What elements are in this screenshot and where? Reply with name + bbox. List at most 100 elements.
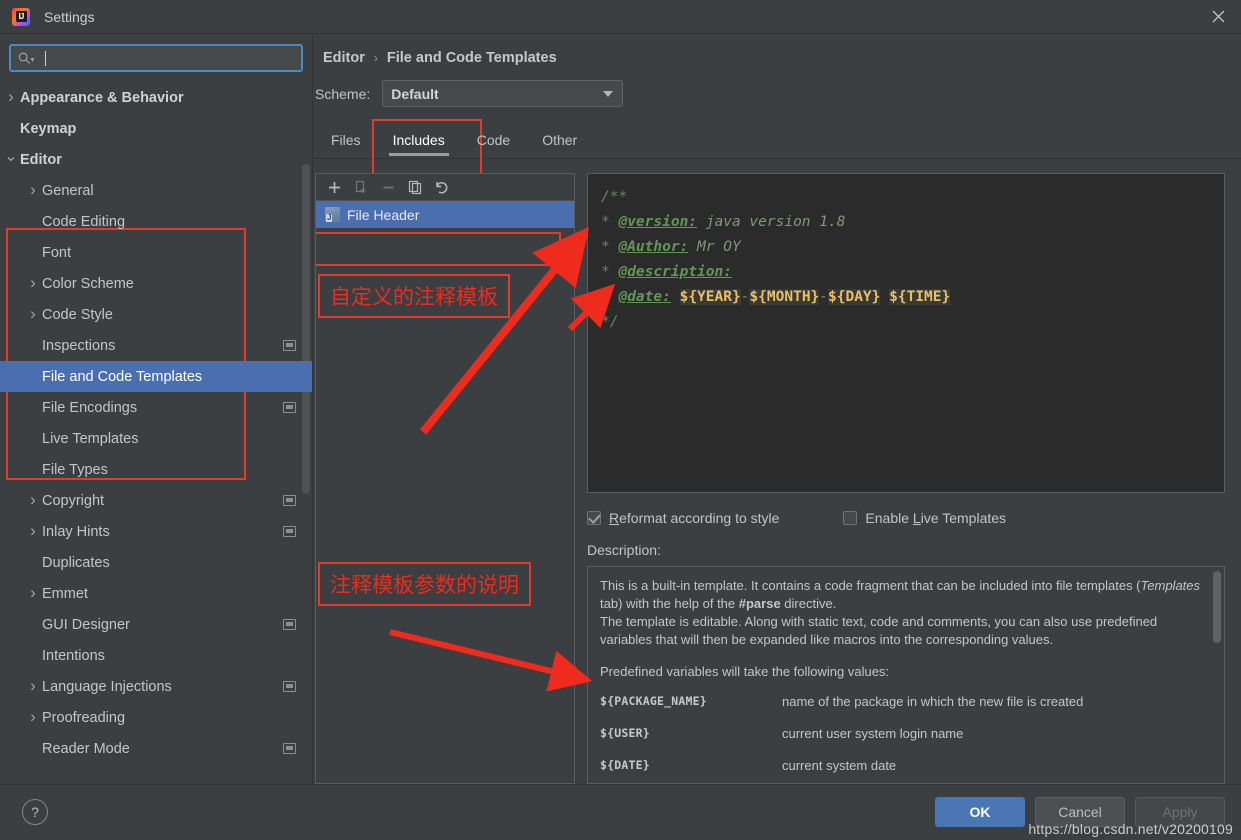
- intellij-idea-icon: [12, 8, 30, 26]
- scheme-label: Scheme:: [315, 86, 370, 102]
- sidebar-item-proofreading[interactable]: ›Proofreading: [0, 702, 312, 733]
- help-icon[interactable]: ?: [22, 799, 48, 825]
- sidebar-item-editor[interactable]: ⌄Editor: [0, 144, 312, 175]
- window-content: ▼ ›Appearance & Behavior›Keymap⌄Editor›G…: [0, 34, 1241, 784]
- variable-row: ${PACKAGE_NAME}name of the package in wh…: [600, 694, 1210, 709]
- sidebar-item-file-types[interactable]: ›File Types: [0, 454, 312, 485]
- search-input[interactable]: [48, 50, 295, 67]
- sidebar-item-language-injections[interactable]: ›Language Injections: [0, 671, 312, 702]
- settings-sidebar: ▼ ›Appearance & Behavior›Keymap⌄Editor›G…: [0, 34, 313, 784]
- close-icon[interactable]: [1195, 0, 1241, 33]
- description-scrollbar[interactable]: [1213, 571, 1221, 643]
- sidebar-item-file-and-code-templates[interactable]: ›File and Code Templates: [0, 361, 312, 392]
- variable-description: current system date: [782, 758, 896, 773]
- variable-description: name of the package in which the new fil…: [782, 694, 1083, 709]
- scheme-value: Default: [391, 86, 438, 102]
- chevron-right-icon[interactable]: ›: [25, 491, 41, 508]
- sidebar-item-keymap[interactable]: ›Keymap: [0, 113, 312, 144]
- templates-toolbar[interactable]: [316, 174, 574, 201]
- sidebar-item-label: Appearance & Behavior: [20, 90, 184, 106]
- project-scope-badge-icon: [283, 495, 296, 506]
- predefined-variables-table: ${PACKAGE_NAME}name of the package in wh…: [600, 694, 1210, 773]
- reformat-checkbox[interactable]: Reformat according to style: [587, 510, 779, 526]
- sidebar-item-file-encodings[interactable]: ›File Encodings: [0, 392, 312, 423]
- code-line: * @date: ${YEAR}-${MONTH}-${DAY} ${TIME}: [601, 285, 1211, 310]
- chevron-right-icon[interactable]: ›: [25, 584, 41, 601]
- chevron-right-icon[interactable]: ›: [25, 522, 41, 539]
- sidebar-item-code-style[interactable]: ›Code Style: [0, 299, 312, 330]
- template-code-editor[interactable]: /*** @version: java version 1.8* @Author…: [587, 173, 1225, 493]
- variable-name: ${PACKAGE_NAME}: [600, 694, 782, 709]
- chevron-right-icon[interactable]: ›: [25, 305, 41, 322]
- sidebar-item-inlay-hints[interactable]: ›Inlay Hints: [0, 516, 312, 547]
- chevron-right-icon[interactable]: ›: [25, 677, 41, 694]
- chevron-right-icon[interactable]: ›: [25, 708, 41, 725]
- sidebar-item-label: Emmet: [42, 586, 88, 602]
- sidebar-item-duplicates[interactable]: ›Duplicates: [0, 547, 312, 578]
- project-scope-badge-icon: [283, 743, 296, 754]
- chevron-right-icon[interactable]: ›: [25, 274, 41, 291]
- duplicate-icon[interactable]: [403, 176, 427, 198]
- sidebar-item-intentions[interactable]: ›Intentions: [0, 640, 312, 671]
- sidebar-item-code-editing[interactable]: ›Code Editing: [0, 206, 312, 237]
- sidebar-item-label: File and Code Templates: [42, 369, 202, 385]
- sidebar-item-emmet[interactable]: ›Emmet: [0, 578, 312, 609]
- sidebar-item-general[interactable]: ›General: [0, 175, 312, 206]
- sidebar-item-live-templates[interactable]: ›Live Templates: [0, 423, 312, 454]
- scheme-select[interactable]: Default: [382, 80, 623, 107]
- chevron-right-icon[interactable]: ›: [25, 181, 41, 198]
- variable-description: current user system login name: [782, 726, 963, 741]
- template-code-text: /*** @version: java version 1.8* @Author…: [601, 185, 1211, 335]
- template-editor-pane: /*** @version: java version 1.8* @Author…: [587, 173, 1225, 784]
- description-paragraph-1: This is a built-in template. It contains…: [600, 577, 1210, 613]
- sidebar-item-label: Font: [42, 245, 71, 261]
- project-scope-badge-icon: [283, 526, 296, 537]
- breadcrumb-parent[interactable]: Editor: [323, 50, 365, 66]
- search-box[interactable]: ▼: [9, 44, 303, 72]
- settings-window: Settings ▼ ›Appearance & Behavior›: [0, 0, 1241, 839]
- sidebar-item-reader-mode[interactable]: ›Reader Mode: [0, 733, 312, 764]
- sidebar-item-label: Intentions: [42, 648, 105, 664]
- settings-tree[interactable]: ›Appearance & Behavior›Keymap⌄Editor›Gen…: [0, 80, 312, 784]
- variable-row: ${DATE}current system date: [600, 758, 1210, 773]
- search-icon: [17, 51, 32, 66]
- search-container: ▼: [0, 34, 312, 80]
- sidebar-item-appearance-behavior[interactable]: ›Appearance & Behavior: [0, 82, 312, 113]
- sidebar-item-color-scheme[interactable]: ›Color Scheme: [0, 268, 312, 299]
- sidebar-item-label: Live Templates: [42, 431, 138, 447]
- tab-includes[interactable]: Includes: [377, 123, 461, 159]
- sidebar-item-label: Inspections: [42, 338, 115, 354]
- template-name: File Header: [347, 207, 419, 223]
- code-line: * @Author: Mr OY: [601, 235, 1211, 260]
- tab-files[interactable]: Files: [315, 123, 377, 159]
- sidebar-item-gui-designer[interactable]: ›GUI Designer: [0, 609, 312, 640]
- annotation-box-file-header: [316, 232, 561, 266]
- breadcrumb: Editor › File and Code Templates: [313, 34, 1241, 66]
- sidebar-item-label: Keymap: [20, 121, 76, 137]
- undo-icon[interactable]: [430, 176, 454, 198]
- enable-live-templates-checkbox[interactable]: Enable Live Templates: [843, 510, 1006, 526]
- checkbox-box[interactable]: [843, 511, 857, 525]
- list-item[interactable]: File Header: [316, 201, 574, 228]
- chevron-down-icon[interactable]: ⌄: [3, 149, 19, 165]
- code-line: */: [601, 310, 1211, 335]
- template-options-row: Reformat according to style Enable Live T…: [587, 510, 1225, 526]
- project-scope-badge-icon: [283, 619, 296, 630]
- plus-icon[interactable]: [322, 176, 346, 198]
- breadcrumb-current: File and Code Templates: [387, 50, 557, 66]
- annotation-custom-comment-template: 自定义的注释模板: [318, 274, 510, 318]
- checkbox-box[interactable]: [587, 511, 601, 525]
- template-tabs[interactable]: FilesIncludesCodeOther: [313, 123, 1241, 159]
- sidebar-item-inspections[interactable]: ›Inspections: [0, 330, 312, 361]
- chevron-right-icon[interactable]: ›: [3, 88, 19, 105]
- sidebar-item-font[interactable]: ›Font: [0, 237, 312, 268]
- description-box: This is a built-in template. It contains…: [587, 566, 1225, 784]
- sidebar-item-label: Code Style: [42, 307, 113, 323]
- tab-code[interactable]: Code: [461, 123, 526, 159]
- tab-other[interactable]: Other: [526, 123, 593, 159]
- scheme-row: Scheme: Default: [313, 66, 1241, 107]
- ok-button[interactable]: OK: [935, 797, 1025, 827]
- sidebar-item-label: Inlay Hints: [42, 524, 110, 540]
- watermark: https://blog.csdn.net/v20200109: [1028, 821, 1233, 837]
- sidebar-item-copyright[interactable]: ›Copyright: [0, 485, 312, 516]
